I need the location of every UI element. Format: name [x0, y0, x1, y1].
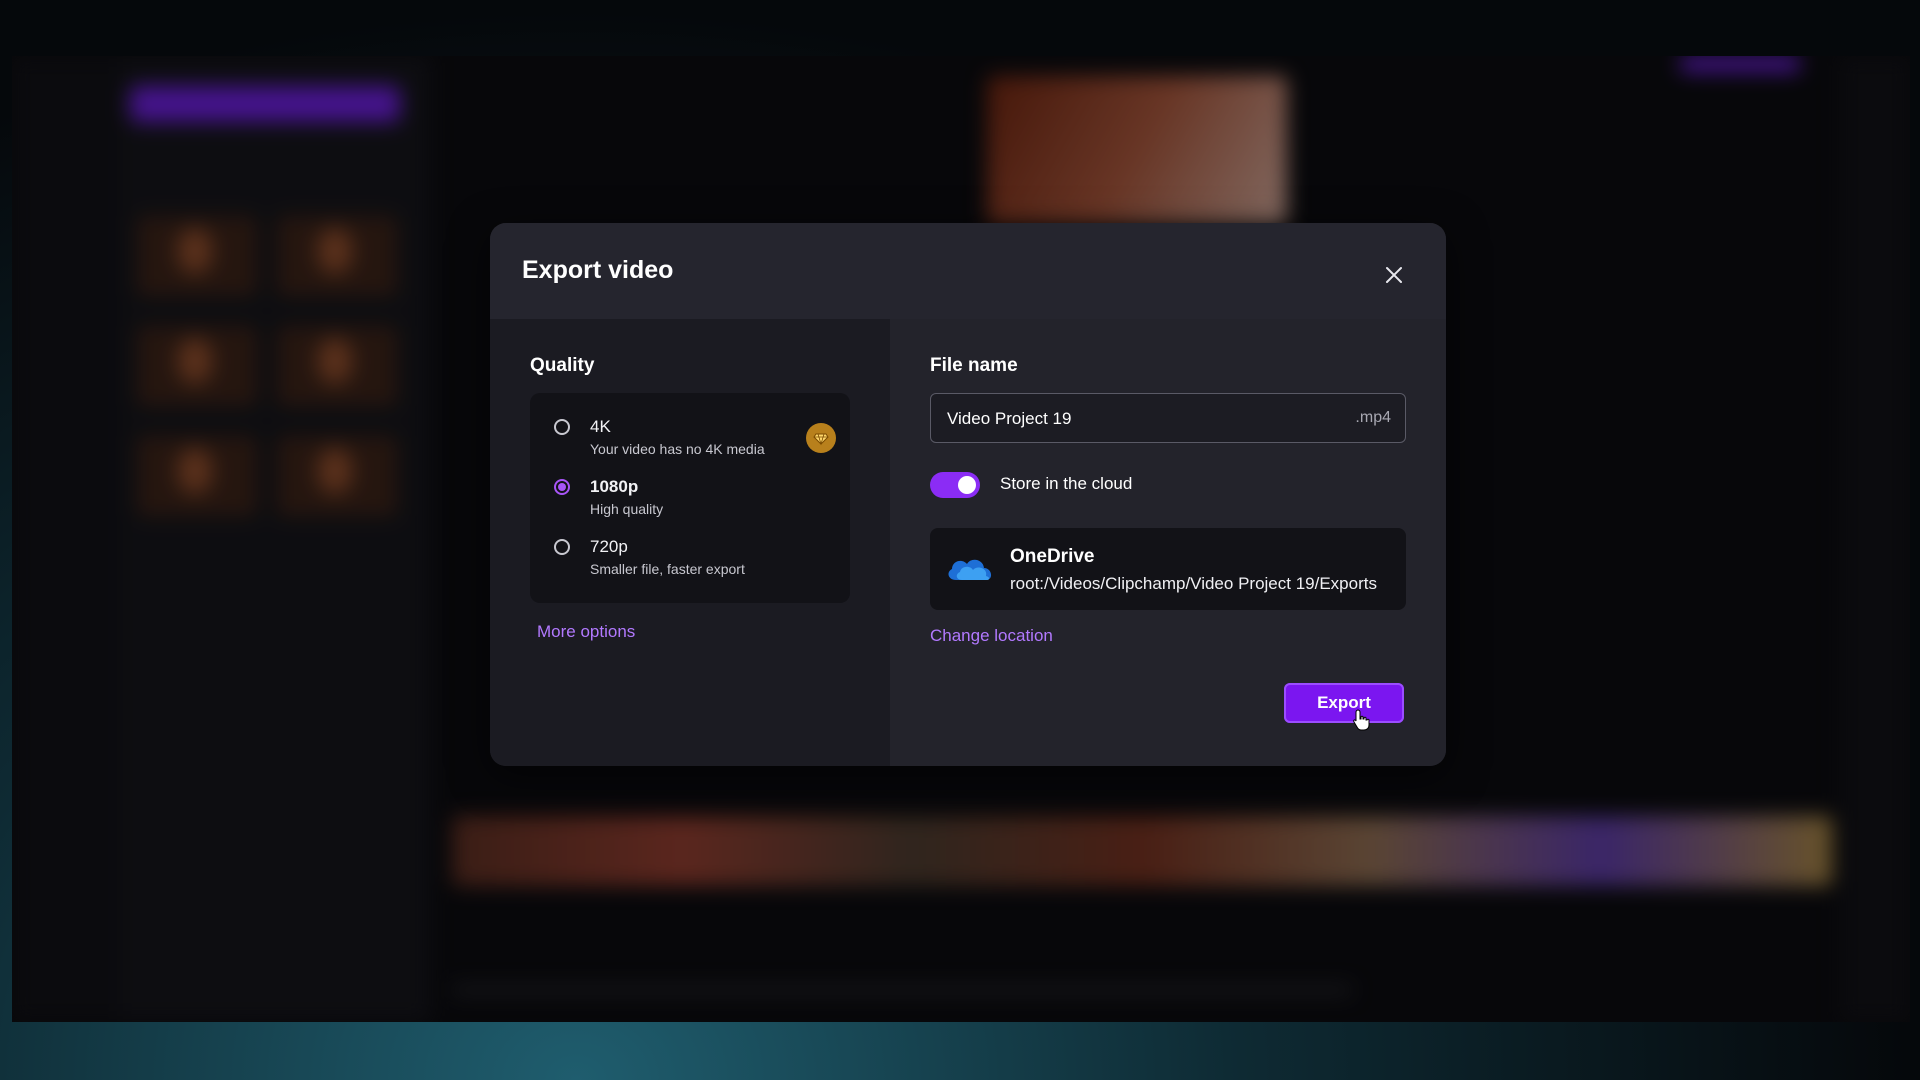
- file-name-input[interactable]: [945, 394, 1329, 444]
- onedrive-cloud-icon: [948, 559, 992, 580]
- store-in-cloud-toggle[interactable]: [930, 472, 980, 498]
- file-extension: .mp4: [1355, 409, 1391, 426]
- option-description: Smaller file, faster export: [590, 561, 745, 577]
- cloud-path: root:/Videos/Clipchamp/Video Project 19/…: [1010, 574, 1377, 593]
- change-location-link[interactable]: Change location: [930, 626, 1053, 646]
- option-description: High quality: [590, 501, 664, 517]
- export-dialog: Export video Quality 4K Your video has n…: [490, 223, 1446, 766]
- option-label: 4K: [590, 417, 611, 436]
- radio-1080p[interactable]: [554, 479, 570, 495]
- radio-4k[interactable]: [554, 419, 570, 435]
- diamond-icon: [813, 433, 829, 446]
- quality-option-4k[interactable]: 4K Your video has no 4K media: [530, 409, 850, 465]
- quality-pane: Quality 4K Your video has no 4K media 10…: [490, 319, 890, 766]
- quality-title: Quality: [530, 355, 595, 376]
- more-options-link[interactable]: More options: [537, 622, 635, 642]
- premium-diamond-icon: [806, 423, 836, 453]
- close-icon: [1386, 267, 1402, 283]
- quality-options: 4K Your video has no 4K media 1080p High…: [530, 393, 850, 603]
- file-name-title: File name: [930, 355, 1018, 376]
- file-pane: File name .mp4 Store in the cloud OneDri…: [890, 319, 1446, 766]
- close-button[interactable]: [1382, 263, 1406, 287]
- option-description: Your video has no 4K media: [590, 441, 765, 457]
- radio-720p[interactable]: [554, 539, 570, 555]
- export-button[interactable]: Export: [1284, 683, 1404, 723]
- store-in-cloud-label: Store in the cloud: [1000, 474, 1133, 493]
- option-label: 720p: [590, 537, 628, 556]
- quality-option-1080p[interactable]: 1080p High quality: [530, 469, 850, 525]
- cloud-provider-name: OneDrive: [1010, 546, 1095, 567]
- mouse-pointer-icon: [1353, 709, 1370, 731]
- dialog-title: Export video: [522, 256, 674, 284]
- dialog-header: Export video: [490, 223, 1446, 319]
- toggle-knob: [958, 476, 976, 494]
- cloud-location-card: OneDrive root:/Videos/Clipchamp/Video Pr…: [930, 528, 1406, 610]
- option-label: 1080p: [590, 477, 639, 496]
- file-name-field[interactable]: .mp4: [930, 393, 1406, 444]
- quality-option-720p[interactable]: 720p Smaller file, faster export: [530, 529, 850, 585]
